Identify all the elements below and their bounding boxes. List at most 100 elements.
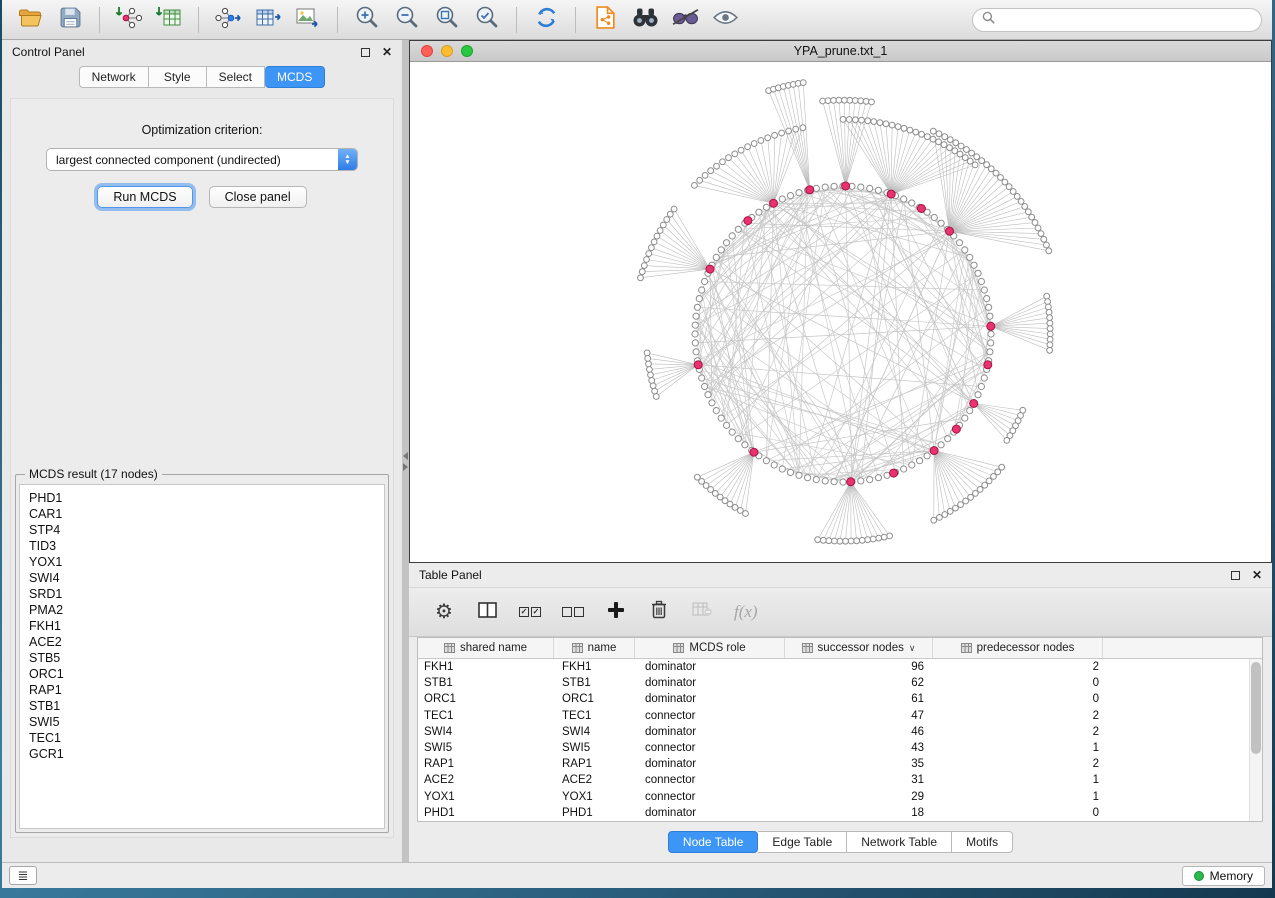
status-bar: ≣ Memory [2, 862, 1272, 888]
delete-column-button[interactable] [648, 599, 670, 625]
control-panel: Control Panel ✕ Network Style Select MCD… [2, 40, 402, 862]
search-network-button[interactable] [627, 5, 663, 35]
tab-network[interactable]: Network [79, 66, 149, 88]
eye-icon [712, 9, 739, 31]
float-window-icon[interactable] [1231, 571, 1240, 580]
export-table-button[interactable] [250, 5, 286, 35]
table-row[interactable]: SWI4SWI4dominator462 [418, 724, 1262, 740]
node-table-header: shared name name MCDS role successo [418, 638, 1262, 659]
table-cell: 2 [933, 758, 1103, 770]
mcds-result-item[interactable]: PMA2 [29, 602, 375, 618]
maximize-window-icon[interactable] [461, 45, 473, 57]
table-row[interactable]: ACE2ACE2connector311 [418, 772, 1262, 788]
tab-select[interactable]: Select [207, 66, 265, 88]
table-row[interactable]: STB1STB1dominator620 [418, 675, 1262, 691]
minimize-window-icon[interactable] [441, 45, 453, 57]
tab-style[interactable]: Style [149, 66, 207, 88]
mcds-result-item[interactable]: YOX1 [29, 554, 375, 570]
import-table-button[interactable] [151, 5, 187, 35]
network-canvas[interactable] [410, 62, 1271, 562]
scrollbar-thumb[interactable] [1251, 662, 1261, 754]
table-cell: RAP1 [554, 758, 635, 770]
export-image-button[interactable] [290, 5, 326, 35]
table-cell: 1 [933, 742, 1103, 754]
mcds-result-item[interactable]: STP4 [29, 522, 375, 538]
zoom-selected-button[interactable] [469, 5, 505, 35]
table-row[interactable]: TEC1TEC1connector472 [418, 708, 1262, 724]
mcds-result-item[interactable]: CAR1 [29, 506, 375, 522]
show-panels-button[interactable]: ≣ [9, 866, 37, 885]
export-network-button[interactable] [210, 5, 246, 35]
optimization-criterion-dropdown[interactable]: largest connected component (undirected)… [46, 148, 358, 171]
table-row[interactable]: RAP1RAP1dominator352 [418, 756, 1262, 772]
import-network-button[interactable] [111, 5, 147, 35]
zoom-fit-button[interactable] [429, 5, 465, 35]
mcds-result-item[interactable]: TEC1 [29, 730, 375, 746]
tab-mcds[interactable]: MCDS [265, 66, 325, 88]
column-header-name[interactable]: name [554, 638, 635, 658]
mcds-result-item[interactable]: ORC1 [29, 666, 375, 682]
table-row[interactable]: YOX1YOX1connector291 [418, 789, 1262, 805]
tab-node-table[interactable]: Node Table [668, 831, 759, 853]
column-header-predecessor-nodes[interactable]: predecessor nodes [933, 638, 1103, 658]
close-panel-button[interactable]: Close panel [209, 186, 307, 208]
table-toolbar: ⚙ ✓✓ ✓✓ [409, 587, 1272, 637]
mcds-result-item[interactable]: TID3 [29, 538, 375, 554]
close-panel-icon[interactable]: ✕ [1252, 569, 1262, 581]
select-all-button[interactable]: ✓✓ [519, 599, 541, 625]
column-header-mcds-role[interactable]: MCDS role [635, 638, 785, 658]
table-settings-button[interactable]: ⚙ [433, 599, 455, 625]
network-window-titlebar: YPA_prune.txt_1 [410, 41, 1271, 62]
mcds-result-item[interactable]: GCR1 [29, 746, 375, 762]
mcds-result-item[interactable]: SWI4 [29, 570, 375, 586]
tab-edge-table[interactable]: Edge Table [758, 831, 847, 853]
mcds-result-item[interactable]: FKH1 [29, 618, 375, 634]
mcds-result-item[interactable]: PHD1 [29, 490, 375, 506]
zoom-out-icon [394, 4, 420, 35]
hide-selected-button[interactable] [667, 5, 703, 35]
tab-motifs[interactable]: Motifs [952, 831, 1013, 853]
zoom-out-button[interactable] [389, 5, 425, 35]
column-header-shared-name[interactable]: shared name [418, 638, 554, 658]
table-cell: ACE2 [418, 774, 554, 786]
table-row[interactable]: FKH1FKH1dominator962 [418, 659, 1262, 675]
run-mcds-button[interactable]: Run MCDS [97, 186, 192, 208]
mcds-result-item[interactable]: RAP1 [29, 682, 375, 698]
table-cell: 62 [785, 677, 933, 689]
show-all-button[interactable] [707, 5, 743, 35]
float-window-icon[interactable] [361, 48, 370, 57]
mcds-result-item[interactable]: SRD1 [29, 586, 375, 602]
show-columns-button[interactable] [476, 599, 498, 625]
open-file-button[interactable] [12, 5, 48, 35]
search-input[interactable] [1001, 12, 1252, 28]
mcds-result-item[interactable]: SWI5 [29, 714, 375, 730]
mcds-result-item[interactable]: ACE2 [29, 634, 375, 650]
tab-network-table[interactable]: Network Table [847, 831, 952, 853]
table-cell: 2 [933, 710, 1103, 722]
clone-network-button[interactable] [587, 5, 623, 35]
node-table: shared name name MCDS role successo [417, 637, 1263, 822]
add-column-button[interactable] [605, 599, 627, 625]
close-panel-icon[interactable]: ✕ [382, 46, 392, 58]
table-row[interactable]: SWI5SWI5connector431 [418, 740, 1262, 756]
table-scrollbar[interactable] [1249, 659, 1262, 821]
mcds-result-item[interactable]: STB1 [29, 698, 375, 714]
close-window-icon[interactable] [421, 45, 433, 57]
table-row[interactable]: ORC1ORC1dominator610 [418, 691, 1262, 707]
network-view-window: YPA_prune.txt_1 [409, 40, 1272, 563]
toolbar-separator [575, 7, 576, 33]
table-cell: PHD1 [554, 807, 635, 819]
mcds-result-list[interactable]: PHD1CAR1STP4TID3YOX1SWI4SRD1PMA2FKH1ACE2… [19, 484, 385, 829]
memory-button[interactable]: Memory [1182, 866, 1265, 886]
zoom-in-button[interactable] [349, 5, 385, 35]
column-header-successor-nodes[interactable]: successor nodes ∨ [785, 638, 933, 658]
import-table-icon [156, 5, 182, 34]
table-cell: SWI5 [554, 742, 635, 754]
table-row[interactable]: PHD1PHD1dominator180 [418, 805, 1262, 821]
open-folder-icon [18, 6, 43, 33]
apply-layout-button[interactable] [528, 5, 564, 35]
save-button[interactable] [52, 5, 88, 35]
table-cell: 0 [933, 693, 1103, 705]
mcds-result-item[interactable]: STB5 [29, 650, 375, 666]
deselect-all-button[interactable]: ✓✓ [562, 599, 584, 625]
